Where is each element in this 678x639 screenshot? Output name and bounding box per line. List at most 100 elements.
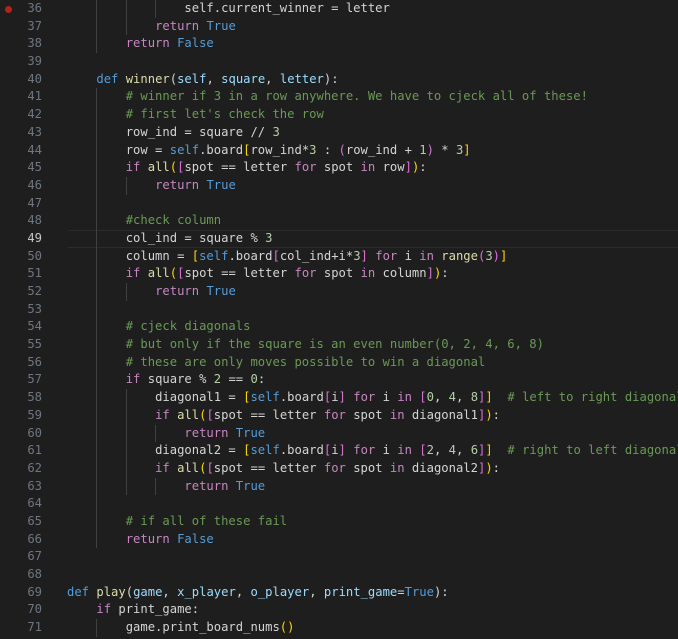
code-editor[interactable]: 36 self.current_winner = letter 37 return… xyxy=(0,0,678,639)
indent-guide xyxy=(96,17,98,36)
line-number[interactable]: 41 xyxy=(0,88,42,106)
code-token: == xyxy=(221,372,251,387)
code-line[interactable]: 43 row_ind = square // 3 xyxy=(0,123,678,142)
code-line[interactable]: 46 return True xyxy=(0,176,678,195)
code-line[interactable]: 41 # winner if 3 in a row anywhere. We h… xyxy=(0,88,678,107)
code-line[interactable]: 50 column = [self.board[col_ind+i*3] for… xyxy=(0,247,678,266)
line-number[interactable]: 70 xyxy=(0,601,42,619)
code-token: # if all of these fail xyxy=(125,513,288,528)
code-line[interactable]: 64 xyxy=(0,495,678,513)
code-line[interactable]: 57 if square % 2 == 0: xyxy=(0,371,678,390)
line-number[interactable]: 62 xyxy=(0,460,42,478)
code-line[interactable]: 66 return False xyxy=(0,530,678,549)
line-number[interactable]: 40 xyxy=(0,71,42,89)
line-number-text: 48 xyxy=(27,213,42,228)
code-line[interactable]: 68 xyxy=(0,566,678,584)
line-number[interactable]: 39 xyxy=(0,53,42,71)
code-token: all xyxy=(177,460,200,475)
code-line[interactable]: 48 #check column xyxy=(0,212,678,230)
line-number-text: 64 xyxy=(27,496,42,511)
line-number[interactable]: 37 xyxy=(0,18,42,36)
indent-guide xyxy=(96,88,98,107)
code-line[interactable]: 38 return False xyxy=(0,35,678,54)
code-line[interactable]: 61 diagonal2 = [self.board[i] for i in [… xyxy=(0,442,678,460)
code-line[interactable]: 51 if all([spot == letter for spot in co… xyxy=(0,265,678,283)
line-number[interactable]: 48 xyxy=(0,212,42,230)
line-number[interactable]: 38 xyxy=(0,35,42,53)
line-number[interactable]: 43 xyxy=(0,124,42,142)
line-number[interactable]: 66 xyxy=(0,531,42,549)
code-line[interactable]: 55 # but only if the square is an even n… xyxy=(0,336,678,354)
line-number[interactable]: 46 xyxy=(0,177,42,195)
code-line[interactable]: 58 diagonal1 = [self.board[i] for i in [… xyxy=(0,389,678,407)
line-number[interactable]: 55 xyxy=(0,336,42,354)
indent-guide xyxy=(125,424,127,443)
code-line[interactable]: 49 col_ind = square % 3 xyxy=(0,229,678,248)
line-number[interactable]: 56 xyxy=(0,354,42,372)
code-token: 3 xyxy=(485,248,493,263)
line-number[interactable]: 54 xyxy=(0,318,42,336)
line-number[interactable]: 61 xyxy=(0,442,42,460)
line-number[interactable]: 45 xyxy=(0,159,42,177)
code-line[interactable]: 71 game.print_board_nums() xyxy=(0,619,678,637)
code-line[interactable]: 62 if all([spot == letter for spot in di… xyxy=(0,459,678,478)
line-number-text: 70 xyxy=(27,602,42,617)
code-line[interactable]: 36 self.current_winner = letter xyxy=(0,0,678,18)
line-number[interactable]: 49 xyxy=(0,230,42,248)
line-number[interactable]: 65 xyxy=(0,513,42,531)
code-line[interactable]: 67 xyxy=(0,548,678,566)
line-number[interactable]: 44 xyxy=(0,142,42,160)
code-token: def xyxy=(96,71,119,86)
code-line[interactable]: 45 if all([spot == letter for spot in ro… xyxy=(0,159,678,177)
line-number[interactable]: 47 xyxy=(0,195,42,213)
code-line[interactable]: 37 return True xyxy=(0,17,678,36)
line-number[interactable]: 58 xyxy=(0,389,42,407)
line-number[interactable]: 63 xyxy=(0,478,42,496)
line-number[interactable]: 52 xyxy=(0,283,42,301)
code-line[interactable]: 42 # first let's check the row xyxy=(0,106,678,124)
line-number-text: 62 xyxy=(27,460,42,475)
line-number[interactable]: 53 xyxy=(0,301,42,319)
code-token: print_game xyxy=(323,584,398,599)
line-number[interactable]: 57 xyxy=(0,371,42,389)
line-number-text: 40 xyxy=(27,71,42,86)
code-token: spot == letter xyxy=(213,407,324,422)
code-line[interactable]: 56 # these are only moves possible to wi… xyxy=(0,353,678,372)
code-line[interactable]: 52 return True xyxy=(0,283,678,301)
breakpoint-icon[interactable] xyxy=(5,5,12,13)
code-content: game.print_board_nums() xyxy=(67,619,294,637)
code-content: diagonal1 = [self.board[i] for i in [0, … xyxy=(67,389,678,407)
line-number[interactable]: 42 xyxy=(0,106,42,124)
code-line[interactable]: 44 row = self.board[row_ind*3 : (row_ind… xyxy=(0,141,678,160)
line-number[interactable]: 60 xyxy=(0,425,42,443)
line-number[interactable]: 69 xyxy=(0,584,42,602)
line-number[interactable]: 67 xyxy=(0,548,42,566)
code-line[interactable]: 47 xyxy=(0,194,678,213)
code-token: row xyxy=(375,160,405,175)
line-number[interactable]: 68 xyxy=(0,566,42,584)
code-line[interactable]: 39 xyxy=(0,53,678,71)
line-number[interactable]: 51 xyxy=(0,265,42,283)
indent-guide xyxy=(155,424,157,443)
code-line[interactable]: 53 xyxy=(0,300,678,319)
code-token: * xyxy=(433,142,456,157)
code-token: game.print_board_nums xyxy=(125,620,280,635)
line-number[interactable]: 36 xyxy=(0,0,42,18)
code-line[interactable]: 69 def play(game, x_player, o_player, pri… xyxy=(0,584,678,602)
line-number[interactable]: 59 xyxy=(0,407,42,425)
code-line[interactable]: 54 # cjeck diagonals xyxy=(0,318,678,337)
code-token: .board xyxy=(228,248,273,263)
line-number[interactable]: 64 xyxy=(0,495,42,513)
code-token: for xyxy=(323,407,346,422)
code-line[interactable]: 59 if all([spot == letter for spot in di… xyxy=(0,406,678,425)
code-line[interactable]: 63 return True xyxy=(0,477,678,496)
line-number[interactable]: 71 xyxy=(0,619,42,637)
indent-guide xyxy=(96,424,98,443)
code-token: for xyxy=(323,460,346,475)
line-number[interactable]: 50 xyxy=(0,248,42,266)
code-line[interactable]: 65 # if all of these fail xyxy=(0,512,678,531)
code-line[interactable]: 60 return True xyxy=(0,424,678,443)
code-line[interactable]: 40 def winner(self, square, letter): xyxy=(0,71,678,89)
code-line[interactable]: 70 if print_game: xyxy=(0,601,678,619)
